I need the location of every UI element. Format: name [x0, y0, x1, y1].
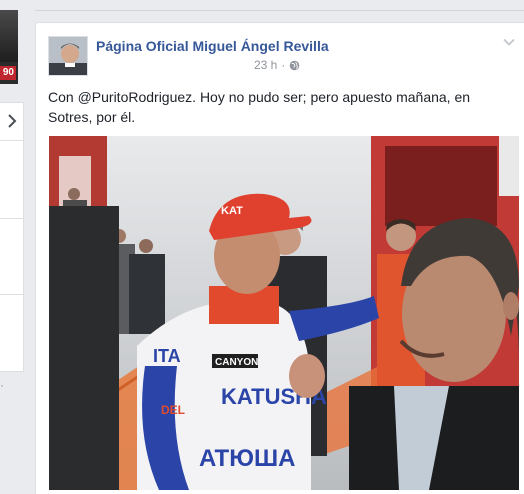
- svg-text:KAT: KAT: [221, 205, 243, 217]
- divider: [0, 140, 24, 141]
- chevron-right-icon: [8, 114, 17, 128]
- chevron-down-icon: [503, 38, 515, 46]
- post-card: Página Oficial Miguel Ángel Revilla 23 h…: [35, 22, 524, 494]
- left-dot-icon: ·: [0, 378, 4, 392]
- svg-text:ITA: ITA: [153, 346, 181, 366]
- left-column: 90 ·: [0, 0, 24, 494]
- divider: [0, 294, 24, 295]
- svg-text:CANYON: CANYON: [215, 357, 258, 368]
- globe-icon: [290, 60, 300, 70]
- divider: [0, 218, 24, 219]
- post-options-button[interactable]: [502, 35, 516, 49]
- svg-text:ATЮША: ATЮША: [199, 445, 295, 472]
- left-badge: 90: [0, 66, 16, 80]
- photo-illustration: ITA KATUSHA CANYON ATЮША DEL KAT: [49, 136, 519, 490]
- post-timestamp[interactable]: 23 h: [254, 58, 277, 72]
- svg-text:DEL: DEL: [161, 403, 185, 417]
- page-name-link[interactable]: Página Oficial Miguel Ángel Revilla: [96, 38, 329, 54]
- post-photo[interactable]: ITA KATUSHA CANYON ATЮША DEL KAT: [49, 136, 519, 490]
- post-meta: 23 h ·: [254, 58, 300, 72]
- avatar[interactable]: [48, 36, 88, 76]
- left-panel: [0, 102, 24, 372]
- post-text: Con @PuritoRodriguez. Hoy no pudo ser; p…: [48, 89, 471, 125]
- meta-separator: ·: [281, 58, 286, 72]
- expand-button[interactable]: [0, 106, 24, 136]
- left-thumbnail[interactable]: 90: [0, 10, 18, 84]
- divider: [35, 10, 524, 11]
